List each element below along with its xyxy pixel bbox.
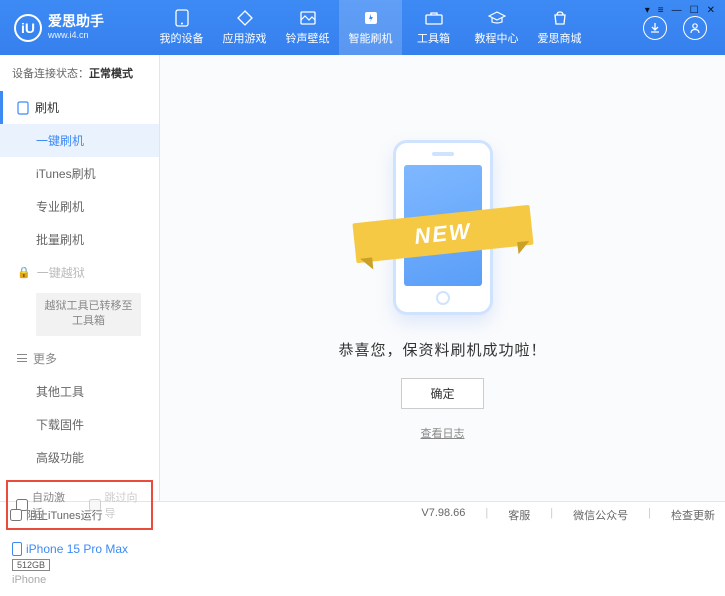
sidebar-item-batch-flash[interactable]: 批量刷机 xyxy=(0,223,159,256)
sidebar-section-more[interactable]: 更多 xyxy=(0,342,159,375)
ok-button[interactable]: 确定 xyxy=(401,378,483,409)
logo: iU 爱思助手 www.i4.cn xyxy=(8,14,150,42)
sidebar-item-advanced[interactable]: 高级功能 xyxy=(0,441,159,474)
nav-tutorials[interactable]: 教程中心 xyxy=(465,0,528,55)
sidebar-section-jailbreak[interactable]: 🔒 一键越狱 xyxy=(0,256,159,289)
version-label: V7.98.66 xyxy=(421,507,465,523)
block-itunes-checkbox[interactable]: 阻止iTunes运行 xyxy=(10,507,103,523)
logo-title: 爱思助手 xyxy=(48,14,104,29)
sidebar-item-itunes-flash[interactable]: iTunes刷机 xyxy=(0,157,159,190)
nav-my-device[interactable]: 我的设备 xyxy=(150,0,213,55)
logo-subtitle: www.i4.cn xyxy=(48,30,104,41)
store-icon xyxy=(550,9,570,27)
menu-icon[interactable]: ▾ xyxy=(645,5,650,16)
wallpaper-icon xyxy=(298,9,318,27)
sidebar-item-pro-flash[interactable]: 专业刷机 xyxy=(0,190,159,223)
sidebar-section-flash[interactable]: 刷机 xyxy=(0,91,159,124)
settings-icon[interactable]: ≡ xyxy=(658,5,664,16)
flash-icon xyxy=(361,9,381,27)
maximize-icon[interactable]: ☐ xyxy=(690,5,699,16)
minimize-icon[interactable]: — xyxy=(672,5,682,16)
device-icon xyxy=(12,542,22,556)
device-type: iPhone xyxy=(12,574,149,586)
nav-flash[interactable]: 智能刷机 xyxy=(339,0,402,55)
footer-link-update[interactable]: 检查更新 xyxy=(671,507,715,523)
nav-ringtones[interactable]: 铃声壁纸 xyxy=(276,0,339,55)
user-button[interactable] xyxy=(683,16,707,40)
phone-icon xyxy=(172,9,192,27)
footer-link-wechat[interactable]: 微信公众号 xyxy=(573,507,628,523)
success-illustration: NEW xyxy=(368,136,518,321)
download-button[interactable] xyxy=(643,16,667,40)
hamburger-icon xyxy=(17,354,27,362)
header-actions xyxy=(643,16,717,40)
footer-link-support[interactable]: 客服 xyxy=(508,507,530,523)
top-nav: 我的设备 应用游戏 铃声壁纸 智能刷机 工具箱 教程中心 爱思商城 xyxy=(150,0,643,55)
sidebar: 设备连接状态：正常模式 刷机 一键刷机 iTunes刷机 专业刷机 批量刷机 🔒… xyxy=(0,55,160,501)
device-info: iPhone 15 Pro Max 512GB iPhone xyxy=(0,536,159,596)
nav-store[interactable]: 爱思商城 xyxy=(528,0,591,55)
device-name[interactable]: iPhone 15 Pro Max xyxy=(12,542,149,556)
connection-status: 设备连接状态：正常模式 xyxy=(0,55,159,91)
jailbreak-note: 越狱工具已转移至 工具箱 xyxy=(36,293,141,336)
nav-apps[interactable]: 应用游戏 xyxy=(213,0,276,55)
logo-icon: iU xyxy=(14,14,42,42)
sidebar-item-download-firmware[interactable]: 下载固件 xyxy=(0,408,159,441)
lock-icon: 🔒 xyxy=(17,266,31,279)
toolbox-icon xyxy=(424,9,444,27)
view-log-link[interactable]: 查看日志 xyxy=(421,425,465,441)
window-controls: ▾ ≡ — ☐ ✕ xyxy=(645,5,715,16)
main-panel: NEW 恭喜您，保资料刷机成功啦！ 确定 查看日志 xyxy=(160,55,725,501)
success-message: 恭喜您，保资料刷机成功啦！ xyxy=(338,339,546,360)
sidebar-item-oneclick-flash[interactable]: 一键刷机 xyxy=(0,124,159,157)
graduate-icon xyxy=(487,9,507,27)
header: ▾ ≡ — ☐ ✕ iU 爱思助手 www.i4.cn 我的设备 应用游戏 铃声… xyxy=(0,0,725,55)
nav-toolbox[interactable]: 工具箱 xyxy=(402,0,465,55)
device-icon xyxy=(17,101,29,115)
close-icon[interactable]: ✕ xyxy=(707,5,715,16)
apps-icon xyxy=(235,9,255,27)
storage-badge: 512GB xyxy=(12,559,50,571)
new-ribbon: NEW xyxy=(352,204,533,262)
sidebar-item-other-tools[interactable]: 其他工具 xyxy=(0,375,159,408)
